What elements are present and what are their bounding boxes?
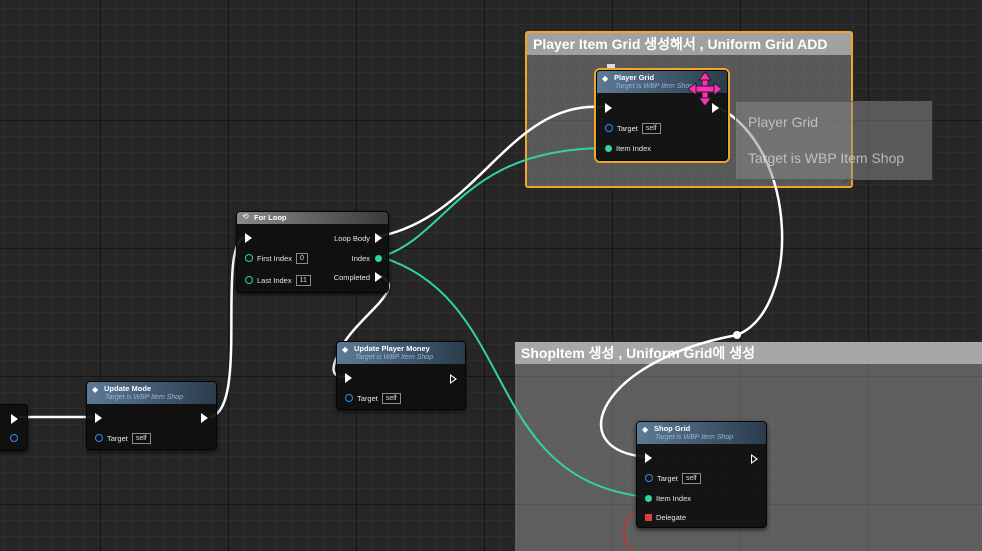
tooltip-subtitle: Target is WBP Item Shop bbox=[748, 150, 905, 166]
pin-label: Target bbox=[657, 473, 678, 483]
pin-label: First Index bbox=[257, 253, 293, 263]
wires-layer bbox=[18, 105, 784, 498]
node-update-player-money[interactable]: ◆ Update Player Money Target is WBP Item… bbox=[336, 341, 466, 410]
tooltip-title: Player Grid bbox=[748, 114, 819, 130]
node-shop-grid[interactable]: ◆ Shop Grid Target is WBP Item Shop Targ… bbox=[636, 421, 767, 528]
exec-in-pin[interactable] bbox=[245, 233, 252, 243]
node-subtitle: Target is WBP Item Shop bbox=[355, 354, 434, 361]
node-subtitle: Target is WBP Item Shop bbox=[105, 394, 184, 401]
pin-label: Item Index bbox=[616, 143, 652, 153]
item-index-pin[interactable] bbox=[605, 144, 612, 152]
pin-label: Loop Body bbox=[334, 233, 370, 243]
exec-out-pin[interactable] bbox=[201, 413, 208, 423]
exec-in-pin[interactable] bbox=[95, 413, 102, 423]
node-title: Shop Grid bbox=[654, 424, 691, 433]
node-title: Update Player Money bbox=[354, 344, 430, 353]
node-header[interactable]: ◆ Update Mode Target is WBP Item Shop bbox=[87, 382, 216, 404]
pin-label: Target bbox=[357, 393, 378, 403]
delegate-pin[interactable] bbox=[645, 513, 652, 521]
pin-label: Last Index bbox=[257, 275, 292, 285]
node-tooltip: Player Grid Target is WBP Item Shop bbox=[735, 101, 932, 180]
exec-in-pin[interactable] bbox=[605, 103, 612, 113]
function-icon: ◆ bbox=[642, 425, 649, 434]
node-subtitle: Target is WBP Item Shop bbox=[615, 83, 694, 90]
pin-label: Target bbox=[617, 123, 638, 133]
target-value[interactable]: self bbox=[641, 122, 661, 134]
target-pin[interactable] bbox=[345, 394, 353, 402]
object-pin[interactable] bbox=[10, 434, 18, 442]
pin-label: Delegate bbox=[656, 512, 687, 522]
last-index-pin[interactable] bbox=[245, 276, 253, 284]
wire-reroute-knot bbox=[733, 331, 741, 339]
target-pin[interactable] bbox=[95, 434, 103, 442]
node-title: Player Grid bbox=[614, 73, 655, 82]
target-pin[interactable] bbox=[605, 124, 613, 132]
loop-icon: ⟲ bbox=[242, 212, 249, 221]
node-subtitle: Target is WBP Item Shop bbox=[655, 434, 734, 441]
node-update-mode[interactable]: ◆ Update Mode Target is WBP Item Shop Ta… bbox=[86, 381, 217, 450]
pin-label: Index bbox=[351, 253, 370, 263]
exec-wire bbox=[379, 105, 605, 238]
target-pin[interactable] bbox=[645, 474, 653, 482]
loop-body-pin[interactable] bbox=[375, 233, 382, 243]
exec-out-pin[interactable] bbox=[751, 454, 758, 464]
node-header[interactable]: ◆ Shop Grid Target is WBP Item Shop bbox=[637, 422, 766, 444]
item-index-pin[interactable] bbox=[645, 494, 652, 502]
pin-label: Target bbox=[107, 433, 128, 443]
first-index-value[interactable]: 0 bbox=[296, 252, 308, 264]
first-index-pin[interactable] bbox=[245, 254, 253, 262]
exec-out-pin[interactable] bbox=[450, 374, 457, 384]
pin-label: Item Index bbox=[656, 493, 692, 503]
target-value[interactable]: self bbox=[681, 472, 701, 484]
node-title: Update Mode bbox=[104, 384, 152, 393]
function-icon: ◆ bbox=[342, 345, 349, 354]
exec-out-pin[interactable] bbox=[11, 414, 18, 424]
function-icon: ◆ bbox=[92, 385, 99, 394]
node-for-loop[interactable]: ⟲ For Loop Loop Body First Index 0 Index … bbox=[236, 211, 389, 293]
move-arrows-icon bbox=[688, 72, 722, 106]
last-index-value[interactable]: 11 bbox=[295, 274, 311, 286]
delegate-wire-stub bbox=[623, 513, 635, 551]
partial-node-left[interactable] bbox=[0, 404, 28, 451]
node-header[interactable]: ⟲ For Loop bbox=[237, 212, 388, 224]
pin-label: Completed bbox=[333, 272, 370, 282]
node-header[interactable]: ◆ Update Player Money Target is WBP Item… bbox=[337, 342, 465, 364]
exec-in-pin[interactable] bbox=[645, 453, 652, 463]
index-pin[interactable] bbox=[375, 254, 382, 262]
function-icon: ◆ bbox=[602, 74, 609, 83]
exec-in-pin[interactable] bbox=[345, 373, 352, 383]
node-title: For Loop bbox=[254, 213, 287, 222]
target-value[interactable]: self bbox=[131, 432, 151, 444]
target-value[interactable]: self bbox=[381, 392, 401, 404]
completed-pin[interactable] bbox=[375, 272, 382, 282]
